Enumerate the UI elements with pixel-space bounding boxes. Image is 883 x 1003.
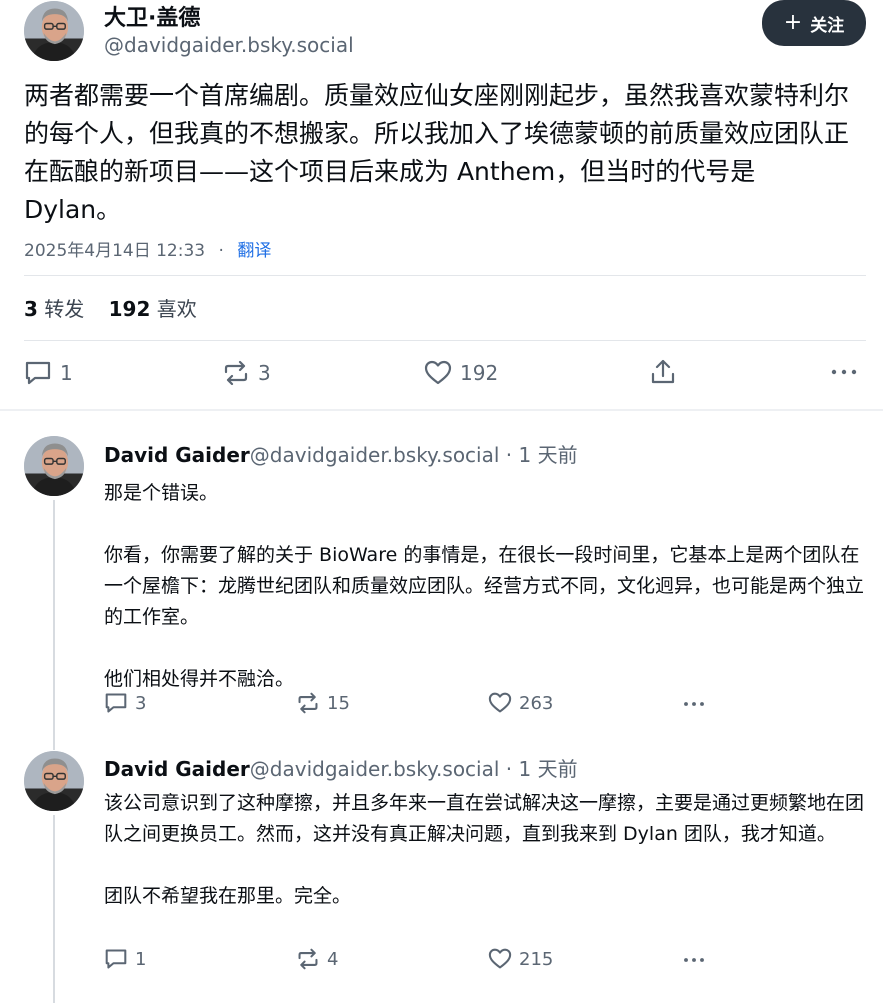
reply-count: 1 bbox=[135, 948, 147, 970]
repost-button[interactable]: 15 bbox=[296, 692, 350, 714]
post-text: 两者都需要一个首席编剧。质量效应仙女座刚刚起步，虽然我喜欢蒙特利尔的每个人，但我… bbox=[24, 81, 850, 224]
thread-line bbox=[53, 815, 55, 1003]
more-options-button[interactable] bbox=[830, 362, 858, 382]
reply-button[interactable]: 3 bbox=[104, 692, 146, 714]
divider bbox=[24, 275, 866, 276]
repost-arrows-icon bbox=[224, 360, 248, 386]
repost-arrows-icon bbox=[298, 692, 318, 714]
reply-text: 那是个错误。 你看，你需要了解的关于 BioWare 的事情是，在很长一段时间里… bbox=[104, 478, 864, 695]
follow-button-label: 关注 bbox=[810, 15, 845, 36]
speech-bubble-icon bbox=[105, 949, 127, 969]
like-button[interactable]: 192 bbox=[424, 360, 498, 386]
like-count: 263 bbox=[519, 692, 554, 714]
heart-icon bbox=[488, 692, 512, 713]
divider bbox=[24, 340, 866, 341]
like-button[interactable]: 263 bbox=[488, 692, 553, 714]
reply-author-name[interactable]: David Gaider bbox=[104, 757, 250, 781]
meta-separator: · bbox=[218, 241, 224, 261]
reposts-count: 3 bbox=[24, 297, 38, 321]
reply-count: 1 bbox=[60, 361, 73, 385]
like-button[interactable]: 215 bbox=[488, 948, 553, 970]
like-count: 192 bbox=[460, 361, 499, 385]
repost-count: 3 bbox=[258, 361, 271, 385]
reposts-count-link[interactable]: 3 转发 bbox=[24, 297, 84, 321]
repost-count: 4 bbox=[327, 948, 339, 970]
like-count: 215 bbox=[519, 948, 554, 970]
post-timestamp[interactable]: 2025年4月14日 12:33 bbox=[24, 241, 205, 261]
translate-link[interactable]: 翻译 bbox=[237, 241, 271, 261]
speech-bubble-icon bbox=[25, 361, 51, 385]
engagement-counts: 3 转发 192 喜欢 bbox=[24, 293, 197, 322]
likes-count-link[interactable]: 192 喜欢 bbox=[109, 297, 197, 321]
author-handle[interactable]: @davidgaider.bsky.social bbox=[104, 33, 354, 57]
reposts-label: 转发 bbox=[44, 297, 85, 321]
reply-author-handle[interactable]: @davidgaider.bsky.social bbox=[250, 443, 500, 467]
more-options-button[interactable] bbox=[681, 952, 707, 968]
reply-author-handle[interactable]: @davidgaider.bsky.social bbox=[250, 757, 500, 781]
reply-header: David Gaider@davidgaider.bsky.social · 1… bbox=[104, 753, 578, 782]
reply-avatar[interactable] bbox=[24, 436, 84, 496]
reply-paragraph: 那是个错误。 bbox=[104, 482, 219, 504]
share-button[interactable] bbox=[649, 358, 677, 386]
plus-icon: + bbox=[783, 10, 803, 35]
section-separator bbox=[0, 409, 883, 411]
repost-count: 15 bbox=[327, 692, 350, 714]
more-options-button[interactable] bbox=[681, 696, 707, 712]
repost-button[interactable]: 3 bbox=[222, 360, 271, 386]
reply-paragraph: 他们相处得并不融洽。 bbox=[104, 668, 295, 690]
share-upload-icon bbox=[651, 359, 675, 384]
reply-text: 该公司意识到了这种摩擦，并且多年来一直在尝试解决这一摩擦，主要是通过更频繁地在团… bbox=[104, 788, 864, 912]
reply-time[interactable]: · 1 天前 bbox=[499, 443, 578, 467]
reply-paragraph: 你看，你需要了解的关于 BioWare 的事情是，在很长一段时间里，它基本上是两… bbox=[104, 544, 865, 628]
reply-avatar[interactable] bbox=[24, 751, 84, 811]
heart-icon bbox=[488, 948, 512, 969]
follow-button[interactable]: + 关注 bbox=[762, 0, 866, 46]
post-meta: 2025年4月14日 12:33 · 翻译 bbox=[24, 236, 271, 261]
more-dots-icon bbox=[684, 958, 704, 962]
more-dots-icon bbox=[684, 702, 704, 706]
repost-arrows-icon bbox=[298, 948, 318, 970]
reply-paragraph: 团队不希望我在那里。完全。 bbox=[104, 885, 352, 907]
more-dots-icon bbox=[831, 369, 857, 375]
reply-header: David Gaider@davidgaider.bsky.social · 1… bbox=[104, 439, 578, 468]
likes-count: 192 bbox=[108, 297, 151, 321]
reply-time[interactable]: · 1 天前 bbox=[499, 757, 578, 781]
reply-button[interactable]: 1 bbox=[104, 948, 146, 970]
reply-button[interactable]: 1 bbox=[24, 360, 73, 386]
heart-icon bbox=[424, 360, 452, 385]
author-name[interactable]: 大卫·盖德 bbox=[104, 0, 200, 32]
author-avatar[interactable] bbox=[24, 1, 84, 61]
repost-button[interactable]: 4 bbox=[296, 948, 338, 970]
reply-count: 3 bbox=[135, 692, 147, 714]
reply-paragraph: 该公司意识到了这种摩擦，并且多年来一直在尝试解决这一摩擦，主要是通过更频繁地在团… bbox=[104, 792, 865, 845]
likes-label: 喜欢 bbox=[156, 297, 197, 321]
reply-author-name[interactable]: David Gaider bbox=[104, 443, 250, 467]
thread-line bbox=[53, 500, 55, 750]
speech-bubble-icon bbox=[105, 693, 127, 713]
